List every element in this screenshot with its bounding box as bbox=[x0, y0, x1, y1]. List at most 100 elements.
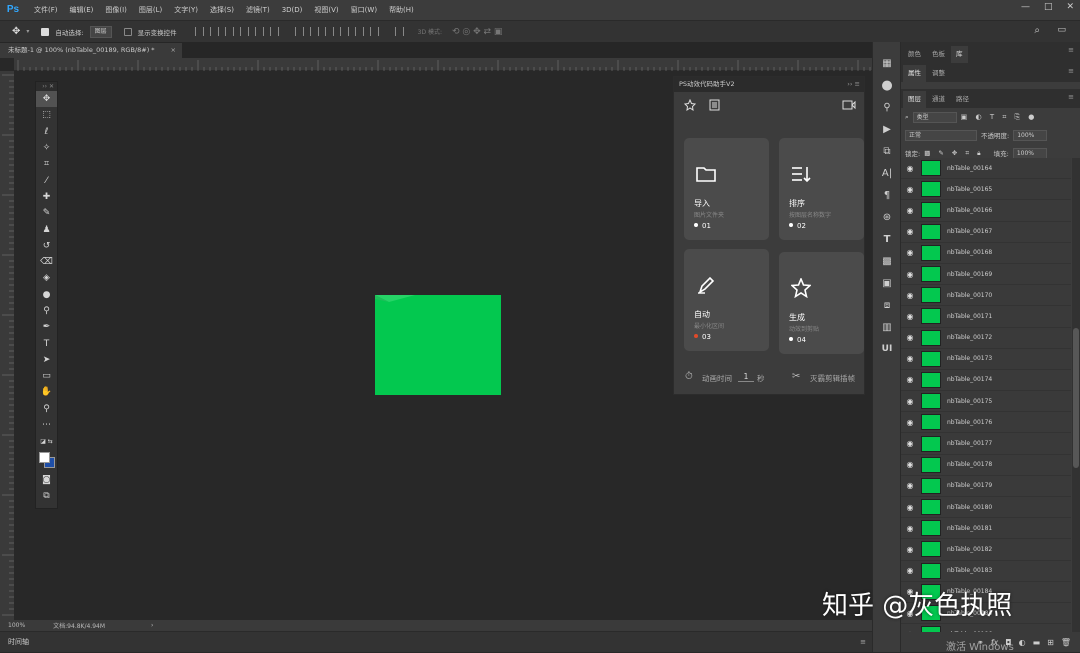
zoom-tool-icon[interactable]: ⚲ bbox=[36, 401, 57, 417]
layer-row[interactable]: ◉ nbTable_00181 bbox=[901, 518, 1071, 540]
eye-icon[interactable]: ◉ bbox=[901, 354, 919, 363]
menu-view[interactable]: 视图(V) bbox=[314, 5, 338, 15]
menu-type[interactable]: 文字(Y) bbox=[174, 5, 198, 15]
distribute-left-icon[interactable] bbox=[339, 27, 349, 36]
layer-row[interactable]: ◉ nbTable_00174 bbox=[901, 369, 1071, 392]
menu-edit[interactable]: 编辑(E) bbox=[70, 5, 94, 15]
eye-icon[interactable]: ◉ bbox=[901, 524, 919, 533]
layer-row[interactable]: ◉ nbTable_00165 bbox=[901, 179, 1071, 201]
panel-menu-icon[interactable]: ›› ≡ bbox=[847, 77, 860, 92]
eye-icon[interactable]: ◉ bbox=[901, 545, 919, 554]
layer-row[interactable]: ◉ nbTable_00176 bbox=[901, 412, 1071, 434]
eye-icon[interactable]: ◉ bbox=[901, 418, 919, 427]
eye-icon[interactable]: ◉ bbox=[901, 291, 919, 300]
eye-icon[interactable]: ◉ bbox=[901, 206, 919, 215]
eye-icon[interactable]: ◉ bbox=[901, 227, 919, 236]
layer-row[interactable]: ◉ nbTable_00167 bbox=[901, 221, 1071, 243]
close-tab-icon[interactable]: × bbox=[171, 43, 176, 58]
layer-row[interactable]: ◉ nbTable_00170 bbox=[901, 285, 1071, 307]
eye-icon[interactable]: ◉ bbox=[901, 460, 919, 469]
eye-icon[interactable]: ◉ bbox=[901, 270, 919, 279]
tab-channels[interactable]: 通道 bbox=[927, 91, 950, 108]
eye-icon[interactable]: ◉ bbox=[901, 397, 919, 406]
brush-settings-icon[interactable]: ⊛ bbox=[873, 206, 901, 228]
qr-code-icon[interactable]: ▩ bbox=[873, 250, 901, 272]
align-top-icon[interactable] bbox=[194, 27, 204, 36]
tab-paths[interactable]: 路径 bbox=[951, 91, 974, 108]
more-tools-icon[interactable]: ⋯ bbox=[36, 417, 57, 433]
document-canvas[interactable] bbox=[375, 295, 501, 395]
copy-label[interactable]: 灭霸剪辑插帧 bbox=[810, 373, 855, 384]
new-group-icon[interactable]: ▬ bbox=[1033, 638, 1041, 647]
eye-icon[interactable]: ◉ bbox=[901, 503, 919, 512]
pen-tool-icon[interactable]: ✒ bbox=[36, 319, 57, 335]
screen-mode-icon[interactable]: ⧉ bbox=[36, 488, 57, 504]
layer-row[interactable]: ◉ nbTable_00177 bbox=[901, 433, 1071, 455]
tab-libraries[interactable]: 库 bbox=[951, 46, 968, 63]
distribute-right-icon[interactable] bbox=[369, 27, 379, 36]
plugin-header[interactable]: PS动效代码助手V2 ›› ≡ bbox=[674, 77, 864, 92]
character-panel-icon[interactable]: A| bbox=[873, 162, 901, 184]
chevron-down-icon[interactable]: ▾ bbox=[26, 28, 29, 35]
color-swatches[interactable] bbox=[36, 450, 57, 472]
lasso-tool-icon[interactable]: ℓ bbox=[36, 124, 57, 140]
import-card[interactable]: 导入 图片文件夹 01 bbox=[684, 138, 769, 240]
quick-mask-icon[interactable]: ◙ bbox=[36, 472, 57, 488]
blend-mode-dropdown[interactable]: 正常 bbox=[905, 129, 977, 141]
fill-input[interactable]: 100% bbox=[1012, 147, 1047, 159]
auto-align-icon[interactable] bbox=[394, 27, 404, 36]
swap-colors-icon[interactable]: ◪ ⇆ bbox=[36, 433, 57, 449]
menu-layer[interactable]: 图层(L) bbox=[139, 5, 162, 15]
adjust-panel-icon[interactable]: ⚲ bbox=[873, 96, 901, 118]
magic-wand-tool-icon[interactable]: ✧ bbox=[36, 140, 57, 156]
crop-tool-icon[interactable]: ⌗ bbox=[36, 156, 57, 172]
layer-row[interactable]: ◉ nbTable_00164 bbox=[901, 158, 1071, 180]
menu-3d[interactable]: 3D(D) bbox=[282, 6, 303, 14]
zoom-level[interactable]: 100% bbox=[8, 622, 25, 629]
auto-select-checkbox[interactable] bbox=[41, 27, 50, 36]
sort-card[interactable]: 排序 按图层名称数字 02 bbox=[779, 138, 864, 240]
scrollbar-thumb[interactable] bbox=[1073, 328, 1079, 468]
transform-panel-icon[interactable]: ⧉ bbox=[873, 140, 901, 162]
distribute-hcenter-icon[interactable] bbox=[354, 27, 364, 36]
document-tab[interactable]: 未标题-1 @ 100% (nbTable_00189, RGB/8#) * × bbox=[0, 43, 182, 58]
auto-select-dropdown[interactable]: 图层 bbox=[89, 25, 112, 38]
history-panel-icon[interactable]: ▦ bbox=[873, 52, 901, 74]
layers-scrollbar[interactable] bbox=[1072, 158, 1080, 633]
scissors-icon[interactable]: ✂ bbox=[792, 371, 800, 382]
status-arrow[interactable]: › bbox=[151, 622, 153, 629]
paragraph-panel-icon[interactable]: ¶ bbox=[873, 184, 901, 206]
trash-icon[interactable]: 🗑︎ bbox=[1061, 638, 1071, 647]
layer-row[interactable]: ◉ nbTable_00175 bbox=[901, 391, 1071, 413]
eye-icon[interactable]: ◉ bbox=[901, 439, 919, 448]
menu-image[interactable]: 图像(I) bbox=[105, 5, 127, 15]
healing-brush-tool-icon[interactable]: ✚ bbox=[36, 189, 57, 205]
tab-swatches[interactable]: 色板 bbox=[927, 46, 950, 63]
hand-tool-icon[interactable]: ✋ bbox=[36, 384, 57, 400]
menu-file[interactable]: 文件(F) bbox=[34, 5, 58, 15]
history-brush-tool-icon[interactable]: ↺ bbox=[36, 238, 57, 254]
foreground-color-swatch[interactable] bbox=[39, 451, 50, 463]
layer-row[interactable]: ◉ nbTable_00179 bbox=[901, 475, 1071, 497]
layer-row[interactable]: ◉ nbTable_00183 bbox=[901, 560, 1071, 582]
maximize-button[interactable]: □ bbox=[1044, 2, 1053, 12]
layer-row[interactable]: ◉ nbTable_00172 bbox=[901, 327, 1071, 349]
eye-icon[interactable]: ◉ bbox=[901, 312, 919, 321]
eye-icon[interactable]: ◉ bbox=[901, 185, 919, 194]
new-layer-icon[interactable]: ⊞ bbox=[1047, 638, 1054, 647]
eraser-tool-icon[interactable]: ⌫ bbox=[36, 254, 57, 270]
filter-icons[interactable]: ▣ ◐ T ⌗ ⎘ ● bbox=[961, 113, 1038, 122]
menu-help[interactable]: 帮助(H) bbox=[389, 5, 414, 15]
brush-tool-icon[interactable]: ✎ bbox=[36, 205, 57, 221]
panel-menu-icon[interactable]: ≡ bbox=[860, 632, 866, 652]
layer-row[interactable]: ◉ nbTable_00173 bbox=[901, 348, 1071, 370]
video-camera-icon[interactable] bbox=[842, 100, 856, 110]
adjustment-layer-icon[interactable]: ◐ bbox=[1019, 638, 1026, 647]
type-tool-icon[interactable]: T bbox=[36, 335, 57, 351]
layer-row[interactable]: ◉ nbTable_00166 bbox=[901, 200, 1071, 222]
auto-card[interactable]: 自动 最小化区间 03 bbox=[684, 249, 769, 351]
align-right-icon[interactable] bbox=[269, 27, 279, 36]
panel-menu-icon[interactable]: ≡ bbox=[1068, 93, 1074, 101]
layer-row[interactable]: ◉ nbTable_00168 bbox=[901, 242, 1071, 264]
timeline-tab[interactable]: 时间轴 bbox=[8, 638, 29, 646]
